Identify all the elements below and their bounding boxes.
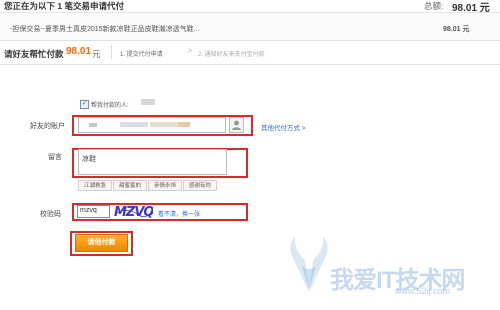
page-title: 您正在为以下 1 笔交易申请代付 (4, 1, 124, 11)
watermark-logo-icon (290, 236, 328, 292)
divider (111, 45, 112, 59)
step-notify-friend: 2. 通知好友来支付宝付款 (198, 52, 265, 58)
order-price: 98.01 元 (443, 26, 470, 33)
payer-checkbox[interactable]: ✓ (80, 100, 89, 109)
step-arrow-icon: > (188, 48, 193, 55)
message-templates: 江湖救急 甜蜜蜜的 亲情永恒 感谢有你 (78, 180, 218, 191)
payer-name-redacted (141, 99, 155, 105)
pay-amount: 98.01 (66, 46, 92, 57)
order-name[interactable]: -担保交易--夏季男士真皮2015新款凉鞋正品皮鞋潮凉透气鞋... (10, 24, 199, 34)
message-template-chip[interactable]: 感谢有你 (183, 180, 218, 191)
message-textarea[interactable]: 凉鞋 (78, 149, 227, 175)
captcha-refresh-link[interactable]: 看不清，换一张 (158, 209, 200, 218)
other-payment-link[interactable]: 其他代付方式 > (261, 122, 306, 132)
divider (0, 40, 500, 41)
message-template-chip[interactable]: 江湖救急 (78, 180, 113, 191)
friend-account-label: 好友的账户 (30, 123, 65, 130)
pay-unit: 元 (92, 49, 101, 59)
captcha-label: 校验码 (40, 211, 61, 218)
watermark-url: www.52ij.com (395, 286, 451, 296)
redacted-text (150, 122, 180, 127)
contact-picker-button[interactable] (229, 117, 244, 133)
total-label: 总额: (424, 1, 444, 11)
captcha-input[interactable]: mzvq (77, 205, 110, 218)
message-template-chip[interactable]: 亲情永恒 (148, 180, 183, 191)
redacted-text (120, 122, 148, 127)
redacted-text (178, 122, 190, 127)
section-title: 请好友帮忙付款 (4, 49, 64, 59)
redacted-text (89, 123, 97, 127)
captcha-image[interactable]: MZVQ (113, 204, 153, 219)
divider (0, 64, 500, 65)
request-payment-button[interactable]: 请他付款 (75, 234, 128, 252)
message-template-chip[interactable]: 甜蜜蜜的 (113, 180, 148, 191)
person-icon (232, 120, 241, 130)
message-label: 留言 (48, 154, 62, 161)
step-submit-request: 1. 提交代付申请 (120, 52, 163, 58)
payer-checkbox-label: 帮我付款的人: (91, 103, 129, 109)
